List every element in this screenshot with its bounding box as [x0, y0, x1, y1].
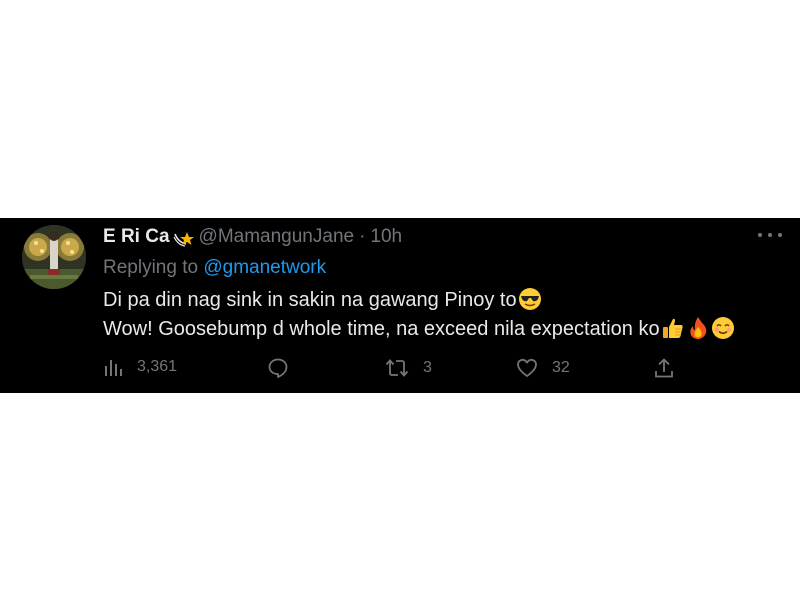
shooting-star-icon	[172, 226, 194, 248]
smiling-face-icon	[711, 316, 735, 340]
fire-icon	[686, 316, 710, 340]
more-dot-icon	[778, 233, 782, 237]
timestamp[interactable]: 10h	[370, 226, 402, 248]
analytics-icon	[105, 360, 122, 376]
tweet-line-2: Wow! Goosebump d whole time, na exceed n…	[103, 315, 735, 344]
replying-mention-link[interactable]: @gmanetwork	[203, 257, 326, 278]
tweet-header: E Ri Ca @MamangunJane · 10h	[103, 224, 402, 250]
tweet-line-1: Di pa din nag sink in sakin na gawang Pi…	[103, 286, 735, 315]
more-dot-icon	[768, 233, 772, 237]
replying-to: Replying to @gmanetwork	[103, 257, 326, 279]
tweet-line-text: Di pa din nag sink in sakin na gawang Pi…	[103, 289, 517, 311]
share-button[interactable]	[654, 357, 674, 379]
heart-icon	[517, 358, 537, 377]
thumbs-up-icon	[661, 316, 685, 340]
views-count: 3,361	[137, 358, 178, 375]
user-handle[interactable]: @MamangunJane	[199, 226, 355, 248]
replying-prefix: Replying to	[103, 257, 199, 278]
tweet-card[interactable]: E Ri Ca @MamangunJane · 10h Replying to …	[0, 218, 800, 393]
reply-button[interactable]	[267, 357, 303, 379]
separator-dot: ·	[359, 226, 366, 247]
more-dot-icon	[758, 233, 762, 237]
display-name[interactable]: E Ri Ca	[103, 226, 170, 248]
tweet-line-text: Wow! Goosebump d whole time, na exceed n…	[103, 318, 660, 340]
retweets-count: 3	[423, 359, 432, 376]
reply-icon	[268, 358, 288, 378]
avatar[interactable]	[22, 225, 86, 289]
more-options-button[interactable]	[758, 228, 782, 242]
retweet-icon	[385, 359, 409, 377]
tweet-text: Di pa din nag sink in sakin na gawang Pi…	[103, 286, 735, 344]
views-button[interactable]: 3,361	[103, 357, 177, 377]
likes-count: 32	[552, 359, 570, 376]
retweet-button[interactable]: 3	[385, 357, 432, 379]
sunglasses-face-icon	[518, 287, 542, 311]
like-button[interactable]: 32	[516, 357, 570, 379]
share-icon	[655, 358, 673, 378]
tweet-actions: 3,361 3 32	[103, 357, 683, 381]
